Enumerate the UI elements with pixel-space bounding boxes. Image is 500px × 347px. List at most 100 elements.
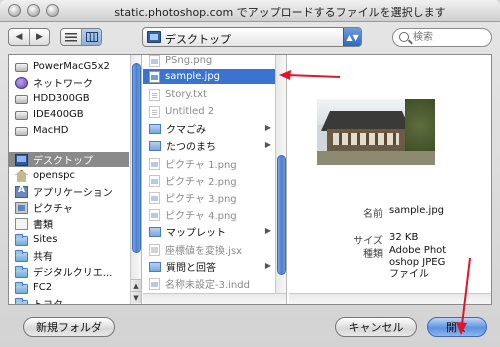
sidebar-item-label: デジタルクリエ... xyxy=(33,268,113,279)
scroll-up-icon[interactable]: ▲ xyxy=(131,279,141,291)
sidebar-item-applications[interactable]: アプリケーション xyxy=(9,184,129,199)
sidebar-item-machd[interactable]: MacHD xyxy=(9,123,129,138)
sidebar-item-label: ピクチャ xyxy=(33,204,73,215)
open-button[interactable]: 開く xyxy=(427,317,487,337)
folder-icon xyxy=(15,265,28,278)
list-view-button[interactable] xyxy=(61,29,81,45)
file-item[interactable]: ピクチャ 3.png xyxy=(143,190,275,205)
folder-item[interactable]: 質問と回答 ▶ xyxy=(143,259,275,274)
forward-button[interactable]: ▶ xyxy=(29,29,49,45)
file-open-dialog: static.photoshop.com でアップロードするファイルを選択します… xyxy=(0,0,500,347)
file-item[interactable]: Untitled 2 xyxy=(143,104,275,119)
file-item[interactable]: ピクチャ 1.png xyxy=(143,156,275,171)
file-item-label: sample.jpg xyxy=(165,71,221,82)
preview-thumbnail xyxy=(317,99,435,165)
sidebar-item-hdd300[interactable]: HDD300GB xyxy=(9,91,129,106)
sidebar-item-ide400[interactable]: IDE400GB xyxy=(9,107,129,122)
sidebar-scroll-thumb[interactable] xyxy=(132,63,141,253)
file-item-label: 質問と回答 xyxy=(166,263,216,274)
sidebar-item-desktop[interactable]: デスクトップ xyxy=(9,152,129,167)
location-label: デスクトップ xyxy=(165,33,231,46)
folder-item[interactable]: マップレット ▶ xyxy=(143,224,275,239)
folder-item[interactable]: たつのまち ▶ xyxy=(143,138,275,153)
info-name-label: 名前 xyxy=(363,209,383,220)
close-window-button[interactable] xyxy=(8,4,21,17)
scroll-down-icon[interactable]: ▼ xyxy=(131,291,141,303)
file-browser: PowerMacG5x2 ネットワーク HDD300GB IDE400GB Ma… xyxy=(8,54,492,305)
sidebar-item-label: 書類 xyxy=(33,220,53,231)
file-item[interactable]: 名称未設定-3.indd xyxy=(143,276,275,291)
file-column-scroll-thumb[interactable] xyxy=(277,155,286,275)
photo-roof xyxy=(321,111,411,131)
sidebar-item-pictures[interactable]: ピクチャ xyxy=(9,200,129,215)
preview-hscrollbar[interactable] xyxy=(289,293,491,304)
indesign-file-icon xyxy=(149,277,160,290)
sidebar-item-label: PowerMacG5x2 xyxy=(33,61,110,72)
sidebar-item-fc2[interactable]: FC2 xyxy=(9,280,129,295)
network-globe-icon xyxy=(15,76,28,89)
image-file-icon xyxy=(149,208,160,221)
cancel-button[interactable]: キャンセル xyxy=(335,317,417,337)
back-arrow-icon: ◀ xyxy=(15,32,23,42)
file-item[interactable]: PSng.png xyxy=(143,55,275,68)
file-item-label: ピクチャ 1.png xyxy=(165,160,237,171)
file-item-label: ピクチャ 3.png xyxy=(165,194,237,205)
preview-pane: 名前 sample.jpg サイズ 32 KB 種類 Adobe Photosh… xyxy=(289,55,491,304)
file-item[interactable]: ピクチャ 2.png xyxy=(143,173,275,188)
image-file-icon xyxy=(149,70,160,83)
sidebar-item-shared[interactable]: 共有 xyxy=(9,248,129,263)
sidebar-scrollbar[interactable]: ▲ ▼ xyxy=(130,55,141,304)
sidebar-item-home[interactable]: openspc xyxy=(9,168,129,183)
desktop-icon xyxy=(147,31,161,43)
file-item[interactable]: Story.txt xyxy=(143,87,275,102)
file-item-label: PSng.png xyxy=(165,55,213,66)
new-folder-button[interactable]: 新規フォルダ xyxy=(23,317,115,337)
disclosure-arrow-icon: ▶ xyxy=(264,140,271,149)
view-mode-control xyxy=(60,28,102,46)
text-file-icon xyxy=(149,88,160,101)
sidebar-item-label: Sites xyxy=(33,234,58,245)
location-popup[interactable]: デスクトップ ▲▼ xyxy=(142,27,362,47)
sidebar-item-documents[interactable]: 書類 xyxy=(9,216,129,231)
sidebar-item-toyota[interactable]: トヨタ xyxy=(9,296,129,304)
popup-arrows-icon: ▲▼ xyxy=(343,28,361,46)
file-item-label: Untitled 2 xyxy=(165,106,215,117)
back-button[interactable]: ◀ xyxy=(9,29,29,45)
file-item-label: 座標値を変換.jsx xyxy=(165,246,243,257)
sidebar-item-powermac[interactable]: PowerMacG5x2 xyxy=(9,59,129,74)
zoom-window-button[interactable] xyxy=(46,4,59,17)
folder-item[interactable]: クマごみ ▶ xyxy=(143,121,275,136)
text-file-icon xyxy=(149,105,160,118)
search-field[interactable] xyxy=(392,28,492,47)
photo-ground xyxy=(317,151,435,165)
sidebar-item-digital-creator[interactable]: デジタルクリエ... xyxy=(9,264,129,279)
file-item[interactable]: 座標値を変換.jsx xyxy=(143,242,275,257)
sidebar-item-label: トヨタ xyxy=(33,296,63,304)
folder-icon xyxy=(15,281,28,294)
search-input[interactable] xyxy=(413,31,485,44)
column-view-button[interactable] xyxy=(81,29,101,45)
sidebar-item-sites[interactable]: Sites xyxy=(9,232,129,247)
file-item-label: たつのまち xyxy=(166,142,216,153)
file-item-label: クマごみ xyxy=(166,125,206,136)
desktop-icon xyxy=(15,153,28,166)
sidebar-item-label: IDE400GB xyxy=(33,109,84,120)
file-item-label: ピクチャ 4.png xyxy=(165,211,237,222)
titlebar: static.photoshop.com でアップロードするファイルを選択します xyxy=(0,0,500,22)
file-item-label: ピクチャ 2.png xyxy=(165,177,237,188)
folder-icon xyxy=(15,297,28,304)
file-column-scrollbar[interactable] xyxy=(275,55,286,293)
file-item-selected[interactable]: sample.jpg xyxy=(143,69,275,84)
file-item[interactable]: ピクチャ 4.png xyxy=(143,207,275,222)
sidebar-item-label: ネットワーク xyxy=(33,79,93,90)
toolbar: ◀ ▶ デスクトップ ▲▼ xyxy=(0,27,500,49)
info-name-value: sample.jpg xyxy=(389,205,445,216)
applications-icon xyxy=(15,185,28,198)
photo-wall xyxy=(327,129,405,151)
file-column-hscrollbar[interactable] xyxy=(143,293,286,304)
file-item-label: 名称未設定-3.indd xyxy=(165,280,250,291)
disclosure-arrow-icon: ▶ xyxy=(264,123,271,132)
minimize-window-button[interactable] xyxy=(27,4,40,17)
sidebar-item-network[interactable]: ネットワーク xyxy=(9,75,129,90)
file-item-label: Story.txt xyxy=(165,89,207,100)
